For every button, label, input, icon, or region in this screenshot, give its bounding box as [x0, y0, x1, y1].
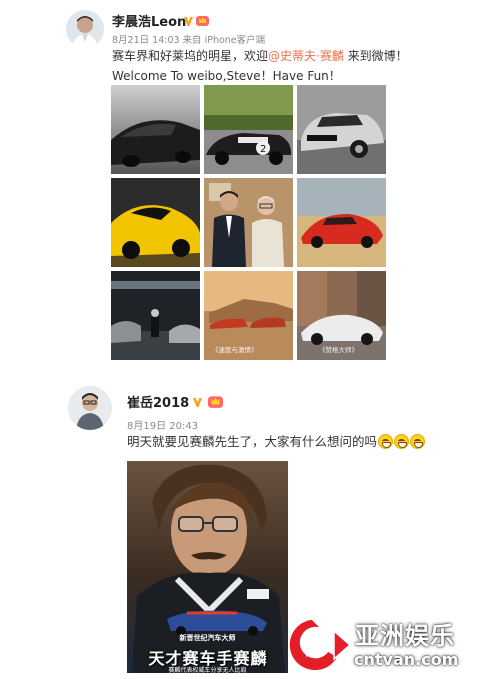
- svg-text:2: 2: [260, 144, 266, 155]
- photo-iron-man-scene[interactable]: [111, 271, 200, 360]
- post1-meta: 8月21日 14:03 来自 iPhone客户端: [112, 35, 266, 46]
- photo-caption-street: 《赞格大师》: [319, 346, 358, 354]
- vip-crown-icon: [196, 11, 209, 30]
- post2-text: 明天就要见赛麟先生了，大家有什么想问的吗: [127, 432, 426, 452]
- post1-author-name[interactable]: 李晨浩Leon: [112, 11, 186, 30]
- photo-black-supercar[interactable]: [111, 85, 200, 174]
- poster-subtitle-bottom: 赛麟代表权威车分享无人比肩: [168, 667, 247, 673]
- photo-red-supercar[interactable]: [297, 178, 386, 267]
- avatar-cuiyue[interactable]: [68, 386, 112, 430]
- photo-two-men[interactable]: [204, 178, 293, 267]
- photo-racecar-number-2[interactable]: 2: [204, 85, 293, 174]
- photo-yellow-supercar[interactable]: [111, 178, 200, 267]
- watermark-cn: 亚洲娱乐: [355, 622, 455, 650]
- post1-text-before: 赛车界和好莱坞的明星，欢迎: [112, 49, 269, 63]
- post1-mention-link[interactable]: @史蒂夫·赛麟: [268, 49, 344, 63]
- watermark-en: cntvan.com: [354, 650, 459, 669]
- post2-text-content: 明天就要见赛麟先生了，大家有什么想问的吗: [127, 434, 378, 449]
- verified-v-icon: [192, 393, 203, 412]
- post2-meta: 8月19日 20:43: [127, 421, 199, 432]
- post2-author-name[interactable]: 崔岳2018: [127, 392, 189, 411]
- photo-caption-fast-furious: 《速度与激情》: [212, 346, 258, 354]
- post1-text: 赛车界和好莱坞的明星，欢迎@史蒂夫·赛麟 来到微博！Welcome To wei…: [112, 46, 462, 86]
- grin-emoji-icon: [378, 434, 394, 449]
- photo-fast-furious-cars[interactable]: 《速度与激情》: [204, 271, 293, 360]
- grin-emoji-icon: [394, 434, 410, 449]
- photo-white-supercar-street[interactable]: 《赞格大师》: [297, 271, 386, 360]
- grin-emoji-icon: [410, 434, 426, 449]
- post2-movie-poster[interactable]: 新晋世纪汽车大师 天才赛车手赛麟 赛麟代表权威车分享无人比肩: [127, 461, 288, 673]
- post1-photo-grid: 2 《速度与激情》 《赞格大师》: [111, 85, 386, 360]
- verified-v-icon: [183, 12, 194, 31]
- avatar-leon[interactable]: [66, 10, 104, 48]
- vip-crown-icon: [208, 393, 223, 412]
- play-logo-icon: [284, 617, 352, 677]
- poster-subtitle-top: 新晋世纪汽车大师: [179, 634, 236, 642]
- photo-silver-muscle-car[interactable]: [297, 85, 386, 174]
